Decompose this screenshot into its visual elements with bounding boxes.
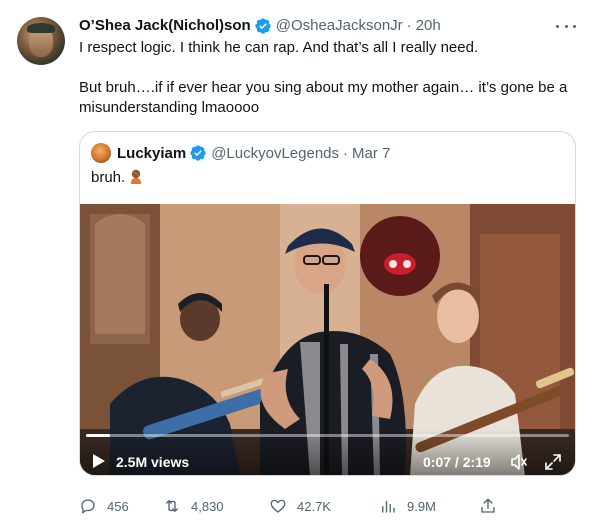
- like-count: 42.7K: [297, 498, 331, 514]
- share-button[interactable]: [479, 494, 507, 518]
- author-avatar[interactable]: [17, 17, 65, 65]
- tweet-header: O’Shea Jack(Nichol)son @OsheaJacksonJr ·…: [79, 16, 579, 36]
- verified-badge-icon: [255, 18, 271, 34]
- reply-icon: [81, 499, 95, 514]
- retweet-count: 4,830: [191, 498, 224, 514]
- share-icon: [481, 498, 495, 513]
- quoted-author-name[interactable]: Luckyiam: [117, 145, 186, 162]
- volume-muted-icon[interactable]: [510, 453, 528, 471]
- views-button[interactable]: 9.9M: [379, 494, 436, 518]
- quoted-author-avatar[interactable]: [91, 143, 111, 163]
- facepalm-emoji-icon: [131, 169, 142, 184]
- video-player[interactable]: 2.5M views 0:07 / 2:19: [80, 204, 575, 475]
- video-progress-fill: [86, 434, 111, 437]
- quoted-author-handle[interactable]: @LuckyovLegends: [211, 145, 339, 162]
- quoted-tweet-text-content: bruh.: [91, 169, 126, 186]
- video-duration: 0:07 / 2:19: [423, 454, 491, 470]
- reply-count: 456: [107, 498, 129, 514]
- tweet-time[interactable]: 20h: [416, 16, 441, 36]
- analytics-icon: [382, 500, 395, 513]
- retweet-button[interactable]: 4,830: [163, 494, 224, 518]
- tweet-text: I respect logic. I think he can rap. And…: [79, 38, 579, 118]
- separator-dot: ·: [343, 144, 349, 162]
- tweet-text-line-2: But bruh….if if ever hear you sing about…: [79, 79, 568, 116]
- tweet-text-line-1: I respect logic. I think he can rap. And…: [79, 39, 479, 56]
- video-views: 2.5M views: [116, 454, 190, 470]
- heart-icon: [270, 499, 286, 513]
- author-handle[interactable]: @OsheaJacksonJr: [276, 16, 403, 36]
- tweet: O’Shea Jack(Nichol)son @OsheaJacksonJr ·…: [0, 0, 595, 528]
- retweet-icon: [166, 500, 178, 512]
- quoted-tweet-text: bruh.: [91, 168, 144, 188]
- more-options-icon[interactable]: [556, 18, 576, 34]
- quoted-tweet[interactable]: Luckyiam @LuckyovLegends · Mar 7 bruh. 2…: [79, 131, 576, 476]
- quoted-tweet-header: Luckyiam @LuckyovLegends · Mar 7: [91, 143, 390, 163]
- view-count: 9.9M: [407, 498, 436, 514]
- quoted-tweet-date[interactable]: Mar 7: [352, 145, 390, 162]
- reply-button[interactable]: 456: [79, 494, 129, 518]
- play-icon[interactable]: [92, 453, 106, 469]
- separator-dot: ·: [406, 17, 412, 34]
- tweet-actions: 456 4,830 42.7K 9.9M: [79, 494, 499, 518]
- verified-badge-icon: [190, 145, 206, 161]
- author-name[interactable]: O’Shea Jack(Nichol)son: [79, 16, 251, 36]
- video-progress-bar[interactable]: [86, 434, 569, 437]
- fullscreen-icon[interactable]: [544, 453, 562, 471]
- like-button[interactable]: 42.7K: [269, 494, 331, 518]
